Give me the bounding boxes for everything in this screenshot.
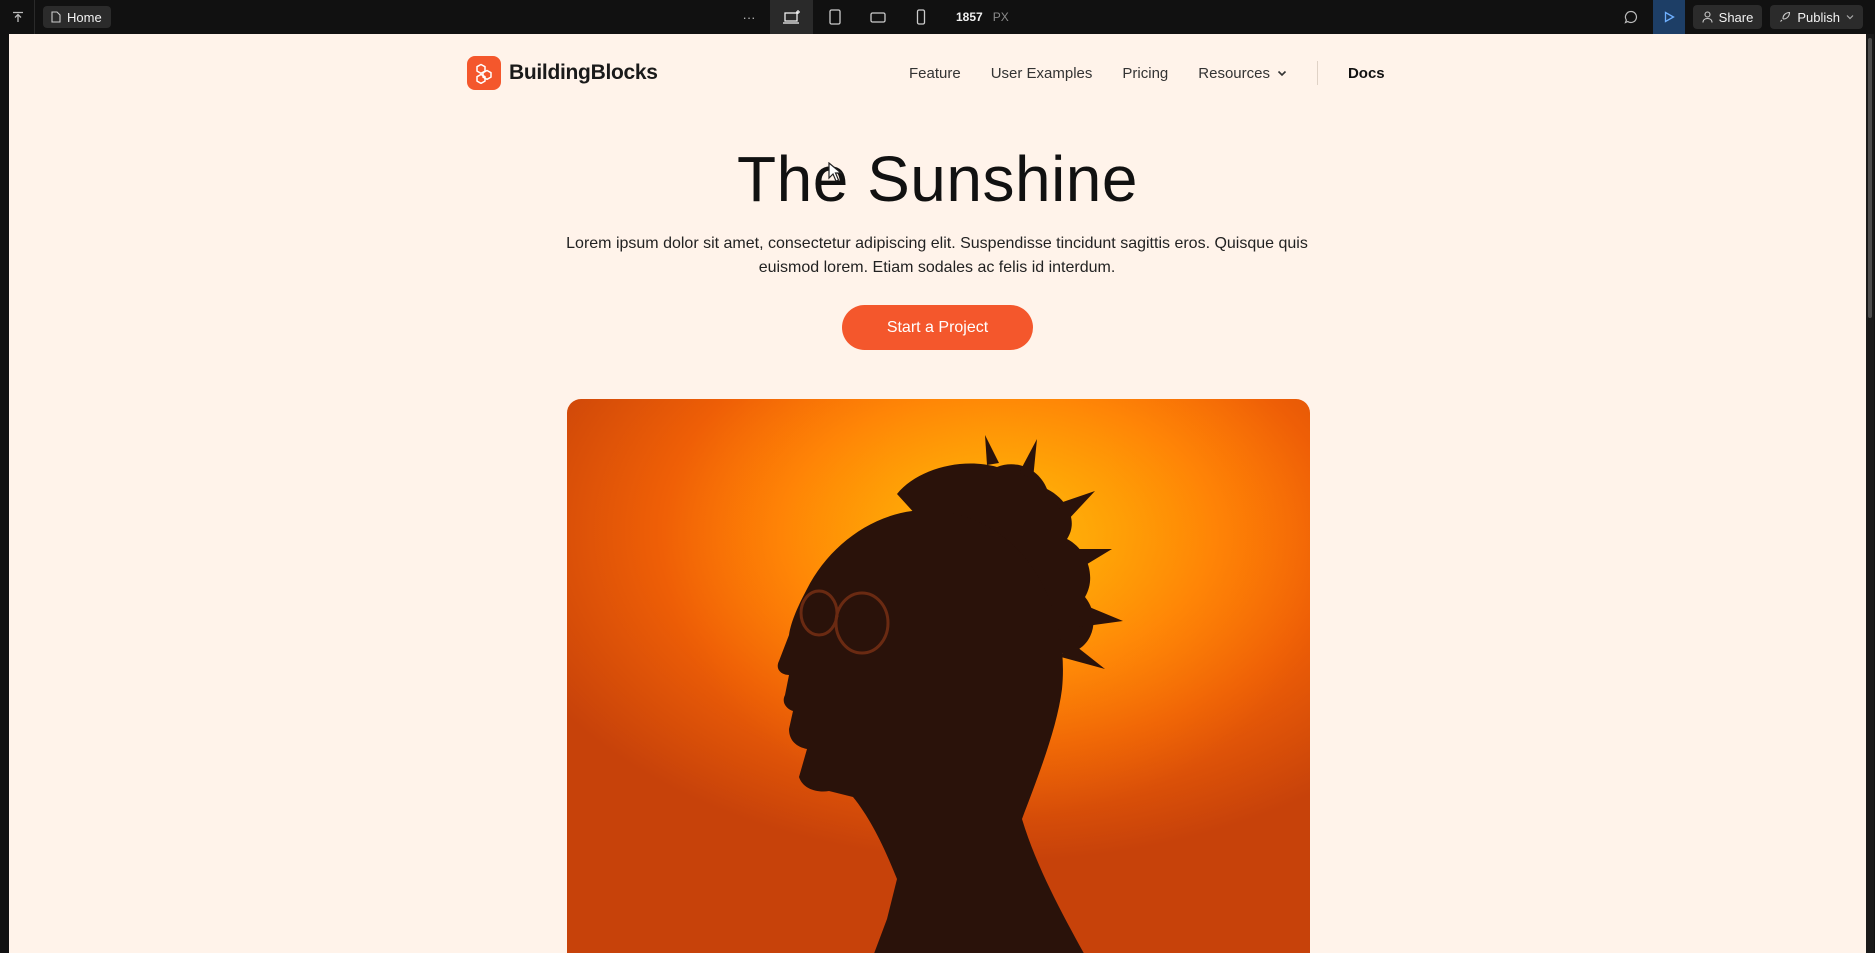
tablet-icon: [828, 9, 841, 25]
desktop-icon: [782, 10, 800, 24]
phone-breakpoint-button[interactable]: [899, 0, 942, 34]
chevron-down-icon: [1277, 70, 1287, 76]
nav-divider: [1316, 61, 1318, 85]
play-icon: [1664, 11, 1675, 23]
chevron-down-icon: [1846, 15, 1854, 20]
nav-link-docs[interactable]: Docs: [1348, 65, 1385, 82]
share-button[interactable]: Share: [1692, 5, 1763, 29]
mouse-cursor-icon: [828, 162, 842, 182]
nav-link-feature[interactable]: Feature: [909, 65, 961, 82]
nav-resources-label: Resources: [1198, 64, 1270, 82]
page-icon: [51, 11, 61, 23]
more-options-button[interactable]: ···: [736, 0, 762, 34]
canvas-width-readout[interactable]: 1857 PX: [956, 10, 1009, 24]
nav-link-pricing[interactable]: Pricing: [1122, 65, 1168, 82]
nav-link-user-examples[interactable]: User Examples: [991, 65, 1093, 82]
canvas-width-value: 1857: [956, 10, 983, 24]
blocks-logo-icon: [467, 56, 501, 90]
hero-description: Lorem ipsum dolor sit amet, consectetur …: [566, 235, 1308, 276]
design-canvas[interactable]: BuildingBlocks Feature User Examples Pri…: [9, 34, 1866, 953]
preview-play-button[interactable]: [1652, 0, 1685, 34]
page-selector[interactable]: Home: [43, 6, 111, 28]
collapse-toolbar-icon[interactable]: [8, 7, 28, 27]
scrollbar-thumb[interactable]: [1868, 38, 1872, 318]
comments-icon[interactable]: [1617, 0, 1645, 34]
toolbar-actions: Share Publish: [1617, 0, 1863, 34]
publish-button[interactable]: Publish: [1770, 5, 1863, 29]
editor-toolbar: Home ··· 1857 PX Share Publish: [0, 0, 1875, 34]
tablet-breakpoint-button[interactable]: [813, 0, 856, 34]
share-label: Share: [1718, 9, 1754, 25]
rocket-icon: [1780, 11, 1791, 22]
brand-name: BuildingBlocks: [509, 61, 658, 84]
user-icon: [1702, 11, 1713, 23]
desktop-breakpoint-button[interactable]: [770, 0, 813, 34]
tablet-landscape-breakpoint-button[interactable]: [856, 0, 899, 34]
publish-label: Publish: [1797, 9, 1840, 25]
tablet-landscape-icon: [869, 12, 886, 23]
more-options-label: ···: [742, 9, 756, 25]
page-tab-label: Home: [67, 9, 102, 25]
hero-image: [567, 399, 1310, 953]
canvas-width-unit: PX: [992, 10, 1009, 24]
hero-title: The Sunshine: [737, 143, 1138, 215]
start-project-button[interactable]: Start a Project: [842, 305, 1033, 350]
canvas-scrollbar[interactable]: [1866, 34, 1874, 953]
site-nav: Feature User Examples Pricing Resources …: [909, 60, 1385, 86]
nav-resources-dropdown[interactable]: Resources: [1198, 65, 1287, 82]
toolbar-divider: [34, 0, 35, 34]
breakpoint-tools: ··· 1857 PX: [736, 0, 1009, 34]
brand-logo[interactable]: BuildingBlocks: [467, 56, 658, 90]
phone-icon: [916, 9, 925, 25]
silhouette-portrait: [567, 399, 1310, 953]
